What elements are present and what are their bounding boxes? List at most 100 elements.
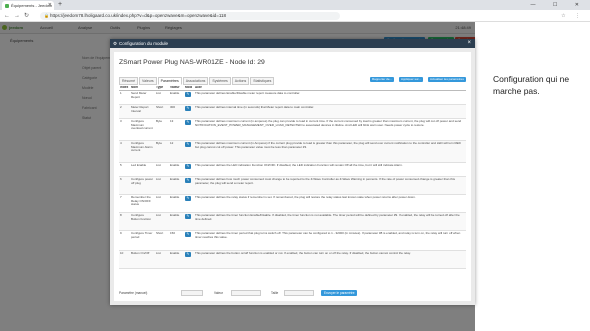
param-type: List	[156, 252, 161, 255]
manual-param-form: Paramètre (manuel) Valeur Taille Envoyer…	[119, 290, 466, 298]
param-name: Configure Timer period	[131, 232, 153, 239]
size-input[interactable]	[284, 290, 314, 296]
annotation-note: Configuration qui ne marche pas.	[493, 74, 570, 96]
param-value: 13	[170, 120, 174, 123]
tab-valeurs[interactable]: Valeurs	[139, 77, 157, 85]
edit-param-button[interactable]: ✎	[185, 214, 191, 219]
col-name: Nom	[131, 86, 139, 89]
edit-cell: ✎	[185, 232, 192, 237]
table-row: 6 Configure power off plug List Enable ✎ This…	[119, 177, 466, 195]
param-name: Configure Maximum overload current	[131, 120, 153, 131]
table-row: 4 Configure Maximum Alarm current Byte 12 ✎ T…	[119, 141, 466, 163]
param-description: This parameter defines maximum current (…	[195, 142, 461, 149]
param-type: List	[156, 196, 161, 199]
col-edit: Modifier	[185, 86, 192, 89]
col-type: Type	[156, 86, 164, 89]
tab-associations[interactable]: Associations	[182, 77, 209, 85]
edit-cell: ✎	[185, 196, 192, 201]
browser-tab-bar: Équipements - Jeedom ✕ + — ☐ ✕	[0, 0, 590, 10]
param-type: List	[156, 214, 161, 217]
param-name: Configure Maximum Alarm current	[131, 142, 153, 153]
browser-extension-icons[interactable]: ☆ ⋮	[561, 10, 584, 22]
forward-icon[interactable]: →	[14, 10, 20, 22]
param-name: Send Meter Report	[131, 92, 147, 99]
edit-cell: ✎	[185, 142, 192, 147]
table-body: 1 Send Meter Report List Enable ✎ This parame…	[119, 91, 466, 269]
value-input[interactable]	[231, 290, 261, 296]
edit-cell: ✎	[185, 178, 192, 183]
edit-cell: ✎	[185, 120, 192, 125]
new-tab-button[interactable]: +	[58, 0, 62, 10]
table-row: 1 Send Meter Report List Enable ✎ This parame…	[119, 91, 466, 105]
reload-icon[interactable]: ↻	[24, 10, 29, 22]
window-controls[interactable]: — ☐ ✕	[531, 0, 587, 10]
param-input[interactable]	[181, 290, 203, 296]
param-type: List	[156, 178, 161, 181]
url-input[interactable]: https://jeedom78.lholigaard.co.uk/index.…	[40, 12, 340, 20]
size-label: Taille	[271, 291, 279, 295]
modal-body: ZSmart Power Plug NAS-WR01ZE - Node Id: …	[110, 48, 475, 305]
param-type: List	[156, 92, 161, 95]
device-title: ZSmart Power Plug NAS-WR01ZE - Node Id: …	[119, 59, 265, 66]
wrench-icon: ⚙	[113, 41, 118, 46]
param-description: This parameter defines how much power co…	[195, 178, 455, 185]
param-value: 12	[170, 142, 174, 145]
param-name: Button On/Off	[131, 252, 150, 255]
tab-resume[interactable]: Résumé	[119, 77, 139, 85]
edit-param-button[interactable]: ✎	[185, 92, 191, 97]
param-index: 10	[120, 252, 124, 255]
param-name: Led Enable	[131, 164, 147, 167]
edit-cell: ✎	[185, 164, 192, 169]
tab-parametres[interactable]: Paramètres	[157, 77, 182, 85]
tab-actions[interactable]: Actions	[231, 77, 250, 85]
edit-cell: ✎	[185, 214, 192, 219]
edit-param-button[interactable]: ✎	[185, 196, 191, 201]
modal-header: ⚙ Configuration du module ×	[110, 39, 475, 48]
table-row: 5 Led Enable List Enable ✎ This parameter def…	[119, 163, 466, 177]
param-description: This parameter defines interval time (in…	[195, 106, 315, 109]
param-value: Enable	[170, 92, 180, 95]
param-name: Configure Button function	[131, 214, 152, 221]
tab-systemes[interactable]: Systèmes	[209, 77, 231, 85]
col-index: Index	[120, 86, 129, 89]
param-description: This parameter defines Enable/Disable me…	[195, 92, 301, 95]
table-row: 10 Button On/Off List Enable ✎ This parameter…	[119, 251, 466, 269]
col-value: Valeur	[170, 86, 180, 89]
param-name: Meter Report Interval	[131, 106, 149, 113]
param-name: Configure power off plug	[131, 178, 153, 185]
param-value: 150	[170, 232, 176, 235]
param-index: 8	[120, 214, 122, 217]
table-row: 7 Remember the Relay ON/OFF status List Ena…	[119, 195, 466, 213]
param-type: Byte	[156, 120, 163, 123]
edit-param-button[interactable]: ✎	[185, 106, 191, 111]
browser-tab[interactable]: Équipements - Jeedom ✕	[2, 1, 54, 10]
param-description: This parameter defines the LED indicatio…	[195, 164, 403, 167]
edit-param-button[interactable]: ✎	[185, 164, 191, 169]
table-row: 3 Configure Maximum overload current Byte 1…	[119, 119, 466, 141]
edit-param-button[interactable]: ✎	[185, 142, 191, 147]
browser-tab-title: Équipements - Jeedom	[11, 3, 53, 8]
param-index: 3	[120, 120, 122, 123]
param-value: Enable	[170, 214, 180, 217]
edit-param-button[interactable]: ✎	[185, 252, 191, 257]
edit-param-button[interactable]: ✎	[185, 232, 191, 237]
tab-statistiques[interactable]: Statistiques	[250, 77, 275, 85]
edit-param-button[interactable]: ✎	[185, 178, 191, 183]
close-tab-icon[interactable]: ✕	[48, 1, 52, 10]
send-param-button[interactable]: Envoyer le paramètre	[321, 290, 358, 296]
jeedom-favicon-icon	[5, 3, 9, 8]
edit-cell: ✎	[185, 106, 192, 111]
close-icon[interactable]: ×	[467, 39, 471, 48]
param-value: Enable	[170, 252, 180, 255]
report-button[interactable]: Rapporter de...	[370, 77, 395, 82]
module-config-modal: ⚙ Configuration du module × ZSmart Power…	[110, 39, 475, 305]
edit-cell: ✎	[185, 252, 192, 257]
refresh-params-button[interactable]: Actualiser les paramètres	[428, 77, 466, 82]
param-description: This parameter defines the timer functio…	[195, 214, 460, 221]
apply-button[interactable]: Appliquer sur...	[399, 77, 424, 82]
param-type: Short	[156, 106, 164, 109]
back-icon[interactable]: ←	[4, 10, 10, 22]
url-text: https://jeedom78.lholigaard.co.uk/index.…	[50, 13, 227, 18]
edit-param-button[interactable]: ✎	[185, 120, 191, 125]
table-row: 9 Configure Timer period Short 150 ✎ This par…	[119, 231, 466, 251]
